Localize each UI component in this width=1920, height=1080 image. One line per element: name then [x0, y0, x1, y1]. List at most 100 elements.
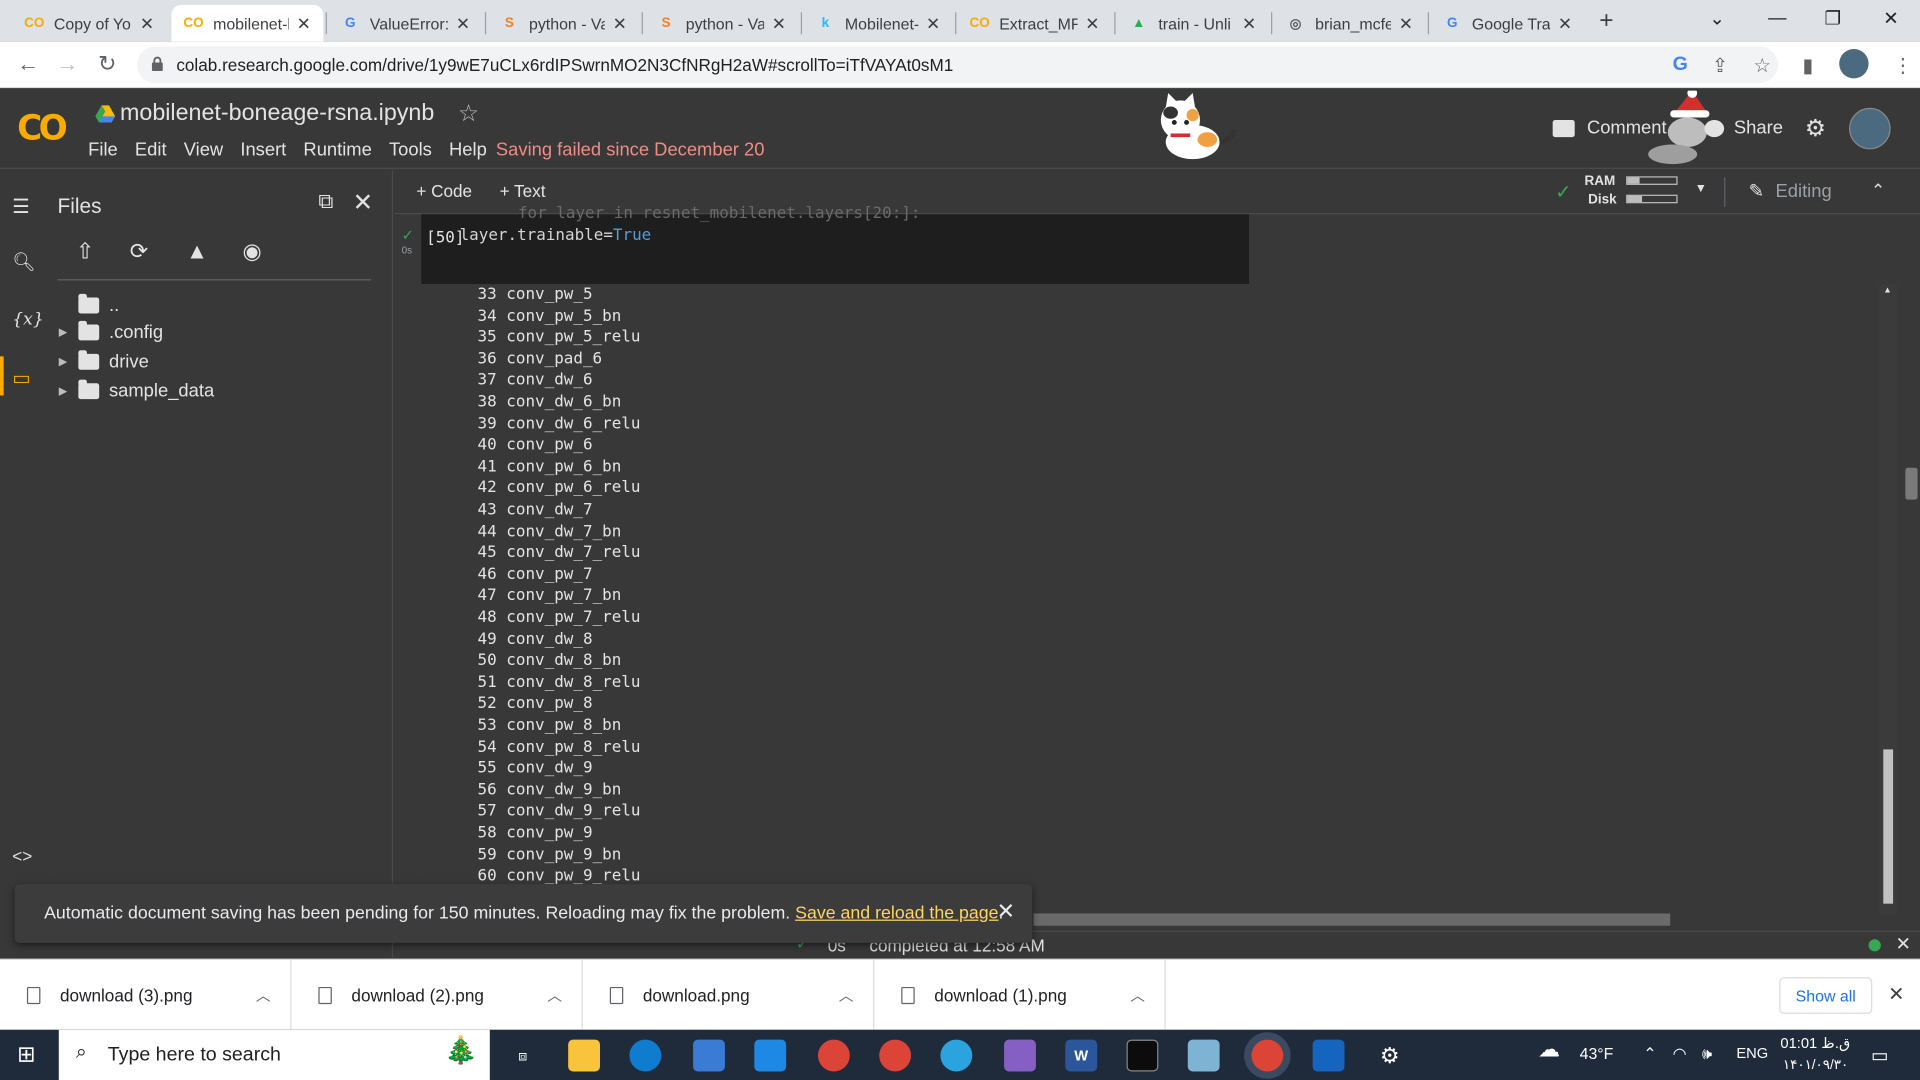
omnibox[interactable]: colab.research.google.com/drive/1y9wE7uC… — [137, 46, 1778, 84]
settings-icon[interactable]: ⚙ — [1374, 1040, 1406, 1072]
browser-tab[interactable]: Spython - Va ✕ — [487, 5, 639, 42]
telegram-icon[interactable] — [940, 1039, 973, 1072]
save-and-reload-link[interactable]: Save and reload the page — [795, 904, 998, 924]
store-icon[interactable] — [693, 1039, 725, 1072]
media-player-icon[interactable] — [1312, 1039, 1345, 1072]
windows-start-icon[interactable]: ⊞ — [17, 1042, 35, 1068]
collapse-header-icon[interactable]: ⌃ — [1871, 180, 1885, 201]
colab-logo[interactable]: CO — [17, 108, 68, 148]
forward-icon[interactable]: → — [56, 51, 78, 77]
browser-tab[interactable]: G Google Tra ✕ — [1430, 5, 1584, 42]
profile-avatar[interactable] — [1839, 48, 1869, 79]
clock-time[interactable]: 01:01 ق.ظ — [1780, 1035, 1850, 1052]
code-snippets-icon[interactable]: <> — [12, 846, 32, 866]
browser-tab[interactable]: Spython - Va ✕ — [644, 5, 798, 42]
notebook-title[interactable]: mobilenet-boneage-rsna.ipynb — [120, 100, 434, 127]
scroll-up-icon[interactable]: ▲ — [1883, 287, 1891, 296]
chevron-up-icon[interactable]: ︿ — [1130, 984, 1145, 1005]
bookmark-star-icon[interactable]: ☆ — [1753, 54, 1771, 78]
scrollbar-thumb[interactable] — [1883, 749, 1894, 904]
clock-date[interactable]: ۱۴۰۱/۰۹/۳۰ — [1783, 1057, 1848, 1073]
output-vertical-scrollbar[interactable]: ▲ — [1878, 284, 1898, 915]
show-all-downloads-button[interactable]: Show all — [1779, 977, 1873, 1014]
notes-app-icon[interactable] — [1187, 1039, 1220, 1072]
show-hidden-eye-icon[interactable]: ◉ — [242, 239, 261, 265]
open-in-tab-icon[interactable]: ⧉ — [318, 190, 333, 214]
file-tree-item[interactable]: ▶ sample_data — [59, 377, 214, 404]
download-item[interactable]: download (2).png ︿ — [291, 960, 583, 1032]
refresh-folder-icon[interactable]: ⟳ — [130, 239, 148, 265]
network-icon[interactable]: ◠ — [1673, 1044, 1687, 1064]
tab-close-icon[interactable]: ✕ — [772, 13, 786, 34]
download-item[interactable]: download (1).png ︿ — [874, 960, 1166, 1032]
language-indicator[interactable]: ENG — [1736, 1044, 1768, 1061]
chrome-menu-icon[interactable]: ⋮ — [1893, 54, 1913, 78]
upload-file-icon[interactable]: ⇧ — [76, 239, 94, 265]
star-icon[interactable]: ☆ — [458, 100, 479, 128]
editing-mode-label[interactable]: Editing — [1776, 181, 1832, 202]
menu-item-tools[interactable]: Tools — [389, 140, 432, 161]
side-panel-icon[interactable]: ▮ — [1802, 54, 1813, 78]
menu-item-file[interactable]: File — [88, 140, 118, 161]
browser-tab[interactable]: k Mobilenet-b ✕ — [803, 5, 952, 42]
share-button[interactable]: Share — [1704, 118, 1783, 138]
visual-studio-icon[interactable] — [1004, 1039, 1036, 1072]
weather-temp[interactable]: 43°F — [1580, 1044, 1614, 1062]
edge-icon[interactable] — [629, 1039, 662, 1072]
table-of-contents-icon[interactable]: ☰ — [12, 195, 30, 219]
restore-icon[interactable]: ❐ — [1825, 7, 1841, 30]
browser-tab[interactable]: CO Copy of Yo ✕ — [12, 5, 166, 42]
back-icon[interactable]: ← — [17, 51, 39, 77]
chevron-up-icon[interactable]: ︿ — [547, 984, 562, 1005]
runtime-dropdown-icon[interactable]: ▼ — [1695, 182, 1707, 195]
tab-close-icon[interactable]: ✕ — [1558, 13, 1572, 34]
word-icon[interactable]: W — [1065, 1039, 1098, 1072]
expand-arrow-icon[interactable]: ▶ — [59, 354, 79, 367]
tab-close-icon[interactable]: ✕ — [1242, 13, 1256, 34]
task-view-icon[interactable]: ⧈ — [507, 1040, 539, 1072]
tab-close-icon[interactable]: ✕ — [926, 13, 940, 34]
chevron-up-icon[interactable]: ︿ — [256, 984, 271, 1005]
tab-close-icon[interactable]: ✕ — [1085, 13, 1099, 34]
close-panel-icon[interactable]: ✕ — [353, 187, 374, 218]
tab-close-icon[interactable]: ✕ — [613, 13, 627, 34]
cell-output[interactable]: 33 conv_pw_5 34 conv_pw_5_bn 35 conv_pw_5_… — [421, 284, 1879, 885]
downloads-close-icon[interactable]: ✕ — [1888, 982, 1904, 1006]
search-icon[interactable]: 🔍︎ — [12, 251, 35, 273]
minimize-icon[interactable]: — — [1768, 7, 1786, 28]
tab-search-icon[interactable]: ⌄ — [1709, 7, 1724, 30]
run-success-check-icon[interactable]: ✓ — [402, 227, 414, 244]
browser-tab[interactable]: ◎ brian_mcfe ✕ — [1273, 5, 1425, 42]
status-close-icon[interactable]: ✕ — [1896, 933, 1911, 955]
disk-usage-bar[interactable] — [1626, 194, 1678, 204]
add-code-button[interactable]: + Code — [416, 181, 472, 201]
file-tree-item[interactable]: ▶ drive — [59, 348, 149, 375]
volume-icon[interactable]: 🕪 — [1702, 1044, 1712, 1064]
notifications-icon[interactable]: ▭ — [1871, 1044, 1888, 1067]
expand-arrow-icon[interactable]: ▶ — [59, 325, 79, 338]
settings-gear-icon[interactable]: ⚙ — [1805, 115, 1826, 143]
ram-usage-bar[interactable] — [1626, 176, 1678, 185]
menu-item-insert[interactable]: Insert — [240, 140, 286, 161]
chrome-profile-icon[interactable] — [879, 1039, 912, 1072]
reload-icon[interactable]: ↻ — [98, 51, 116, 77]
share-page-icon[interactable]: ⇪ — [1712, 54, 1728, 78]
menu-item-view[interactable]: View — [184, 140, 223, 161]
new-tab-icon[interactable]: + — [1599, 7, 1613, 35]
chevron-up-icon[interactable]: ︿ — [839, 984, 854, 1005]
file-tree-item[interactable]: ▶ .config — [59, 318, 163, 345]
mount-drive-icon[interactable]: ▲ — [186, 239, 208, 265]
tray-chevron-icon[interactable]: ⌃ — [1643, 1044, 1656, 1064]
output-horizontal-scrollbar[interactable] — [1033, 913, 1671, 926]
code-cell[interactable]: for layer in resnet_mobilenet.layers[20:… — [421, 204, 1249, 285]
user-avatar[interactable] — [1848, 107, 1891, 150]
save-status[interactable]: Saving failed since December 20 — [496, 140, 765, 161]
download-item[interactable]: download (3).png ︿ — [0, 960, 292, 1032]
google-lens-icon[interactable]: G — [1673, 54, 1688, 76]
taskbar-search-box[interactable]: ⌕ Type here to search 🎄 — [58, 1029, 490, 1080]
file-explorer-icon[interactable] — [568, 1039, 601, 1072]
add-text-button[interactable]: + Text — [500, 181, 546, 201]
tab-close-icon[interactable]: ✕ — [1399, 13, 1413, 34]
browser-tab[interactable]: CO Extract_MF ✕ — [958, 5, 1112, 42]
download-item[interactable]: download.png ︿ — [583, 960, 875, 1032]
